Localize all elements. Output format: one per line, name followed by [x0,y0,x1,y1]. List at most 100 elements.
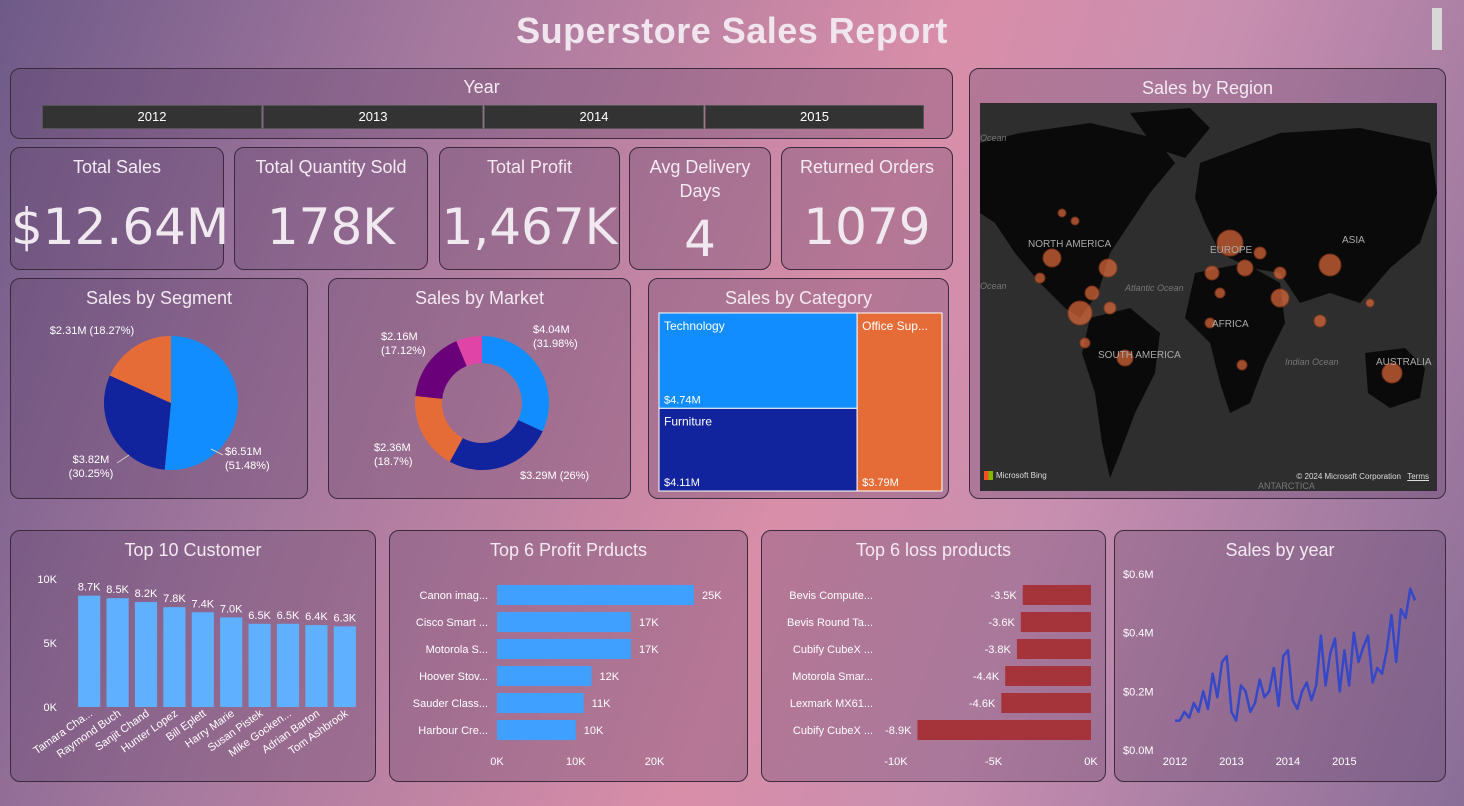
map-label-atlantic: Atlantic Ocean [1125,283,1184,293]
kpi-label: Total Sales [72,157,162,177]
bar [276,623,300,707]
y-category-label: Bevis Compute... [789,590,873,602]
year-line-chart-card: Sales by year $0.0M $0.2M $0.4M $0.6M 2012 20… [1114,530,1446,782]
region-sales-bubble [1084,285,1100,301]
kpi-label: Total Profit [486,157,573,177]
segment-pie-chart[interactable]: $6.51M (51.48%) $3.82M (30.25%) $2.31M (18.2… [11,279,309,500]
kpi-label-line2: Days [679,181,721,201]
bar-value-label: 8.7K [78,582,101,594]
y-category-label: Canon imag... [420,590,488,602]
map-label-south-america: SOUTH AMERICA [1098,350,1181,361]
donut-slice [482,336,549,432]
profit-chart-card: Top 6 Profit Prducts Canon imag... 25K Cis… [389,530,748,782]
bar [497,639,631,659]
bar-value-label: 17K [639,644,659,656]
map-label-australia: AUSTRALIA [1376,357,1432,368]
bar [163,607,186,707]
slice-pct-label: (18.7%) [374,456,413,468]
slice-label: $3.82M [73,454,110,466]
year-button-2014[interactable]: 2014 [484,105,704,129]
bar-value-label: 7.0K [220,603,243,615]
leader-line [116,454,130,464]
year-button-2015[interactable]: 2015 [705,105,924,129]
bar [917,720,1091,740]
treemap-tile-value: $3.79M [862,477,899,489]
bar [1001,693,1091,713]
bar [1022,585,1091,605]
kpi-total-quantity: Total Quantity Sold 178K [234,147,428,270]
region-sales-bubble [1273,266,1287,280]
profit-bar-chart[interactable]: Canon imag... 25K Cisco Smart ... 17K Motoro… [390,531,749,783]
slice-label: $2.36M [374,442,411,454]
collapse-handle[interactable] [1432,8,1442,50]
year-slicer: Year 2012 2013 2014 2015 [10,68,953,139]
map-label-indian-ocean: Indian Ocean [1285,357,1339,367]
customer-bar-chart[interactable]: 0K5K10K8.7KTamara Cha...8.5KRaymond Buch… [11,531,377,783]
slice-pct-label: (30.25%) [69,468,114,480]
year-button-2012[interactable]: 2012 [42,105,262,129]
bar-value-label: 6.5K [277,610,300,622]
loss-bar-chart[interactable]: Bevis Compute... -3.5K Bevis Round Ta... -3… [762,531,1107,783]
bar [333,626,356,707]
kpi-value: 4 [684,210,716,268]
region-sales-bubble [1079,337,1091,349]
region-sales-bubble [1204,265,1220,281]
x-tick-label: 2014 [1276,756,1300,768]
kpi-label-line1: Avg Delivery [649,157,751,177]
bar-value-label: -3.6K [989,617,1016,629]
terms-link[interactable]: Terms [1407,472,1429,481]
region-sales-bubble [1098,258,1118,278]
map-label-africa: AFRICA [1212,319,1249,330]
bar-value-label: 8.2K [135,588,158,600]
bar-value-label: 12K [600,671,620,683]
treemap-tile [856,312,943,492]
bar-value-label: 17K [639,617,659,629]
slice-pct-label: (31.98%) [533,338,578,350]
map-label-ocean-2: Ocean [980,281,1007,291]
bar-value-label: -3.8K [985,644,1012,656]
x-tick-label: 2012 [1163,756,1187,768]
year-button-2013[interactable]: 2013 [263,105,483,129]
sales-line [1175,587,1417,722]
kpi-label: Total Quantity Sold [255,157,407,177]
market-donut-chart[interactable]: $4.04M (31.98%) $3.29M (26%) $2.36M (18.7%) $… [329,279,632,500]
sales-line-chart[interactable]: $0.0M $0.2M $0.4M $0.6M 2012 2013 2014 2015 [1115,531,1447,783]
treemap-tile-name: Technology [664,319,725,333]
bar [497,693,584,713]
bar-value-label: 8.5K [106,584,129,596]
y-category-label: Lexmark MX61... [790,698,873,710]
report-title: Superstore Sales Report [516,10,948,51]
y-category-label: Sauder Class... [413,698,488,710]
bar-value-label: -3.5K [990,590,1017,602]
x-tick-label: 2013 [1219,756,1243,768]
bar-value-label: -8.9K [885,725,912,737]
bing-label: Microsoft Bing [996,471,1047,480]
region-sales-bubble [1067,300,1093,326]
region-sales-bubble [1236,259,1254,277]
bing-logo: Microsoft Bing [984,471,1047,480]
region-map-card: Sales by Region Ocean NORTH AMERICA EURO… [969,68,1446,499]
y-tick-label: 5K [44,638,58,650]
segment-chart-card: Sales by Segment $6.51M (51.48%) $3.82M (30… [10,278,308,499]
region-sales-bubble [1034,272,1046,284]
y-category-label: Cubify CubeX ... [793,725,873,737]
kpi-value: 178K [266,198,396,256]
bar-value-label: 25K [702,590,722,602]
slice-label: $4.04M [533,324,570,336]
region-sales-bubble [1057,208,1067,218]
y-category-label: Harbour Cre... [418,725,488,737]
bar [497,585,694,605]
region-sales-bubble [1270,288,1290,308]
category-treemap[interactable]: Technology $4.74M Furniture $4.11M Office Su… [649,279,950,500]
y-category-label: Cisco Smart ... [416,617,488,629]
kpi-total-profit: Total Profit 1,467K [439,147,620,270]
bar [248,623,271,707]
region-map[interactable]: Ocean NORTH AMERICA EUROPE ASIA Ocean At… [980,103,1437,491]
bar [78,595,101,707]
region-sales-bubble [1313,314,1327,328]
market-chart-card: Sales by Market $4.04M (31.98%) $3.29M (26… [328,278,631,499]
bar [106,598,129,707]
region-sales-bubble [1365,298,1375,308]
year-slicer-title: Year [463,77,500,97]
map-bubbles [1034,208,1403,384]
